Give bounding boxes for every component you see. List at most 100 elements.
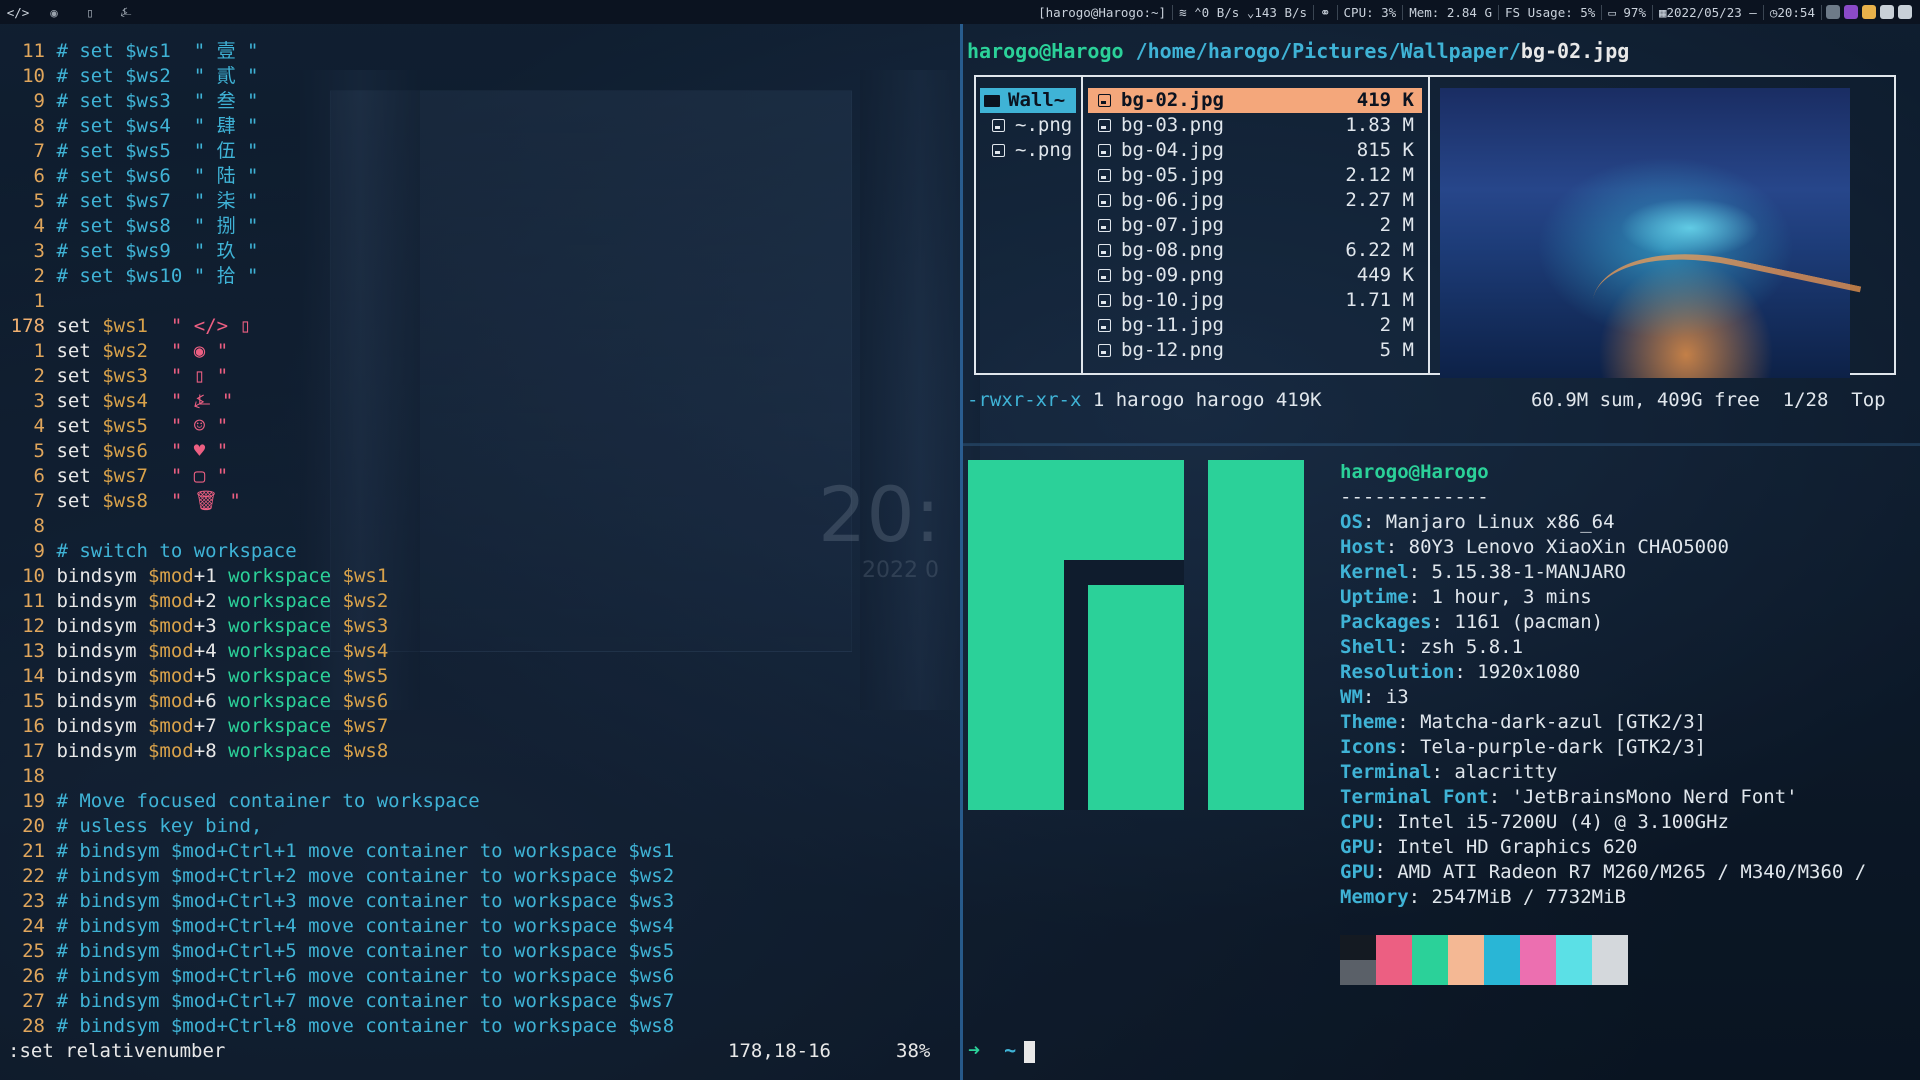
ranger-file-row[interactable]: bg-05.jpg 2.12 M	[1088, 163, 1422, 188]
ranger-file-row[interactable]: bg-06.jpg 2.27 M	[1088, 188, 1422, 213]
neofetch-row: Resolution: 1920x1080	[1340, 660, 1866, 685]
tray-app-icon[interactable]	[1844, 5, 1858, 19]
calendar-icon: ▦	[1658, 4, 1667, 20]
ranger-file-info: -rwxr-xr-x 1 harogo harogo 419K	[967, 389, 1322, 411]
line-number: 26	[22, 965, 45, 987]
vim-command-line[interactable]: :set relativenumber	[8, 1040, 225, 1062]
file-name: bg-05.jpg	[1121, 164, 1224, 186]
download-arrow-icon: ⌃	[1194, 4, 1202, 20]
tray-keyboard-icon[interactable]	[1826, 5, 1840, 19]
color-swatch	[1520, 960, 1556, 985]
ranger-file-row[interactable]: bg-10.jpg 1.71 M	[1088, 288, 1422, 313]
ranger-column-separator	[1428, 75, 1430, 375]
neofetch-key: Terminal Font	[1340, 786, 1489, 808]
workspace-button-4[interactable]: ⍼	[108, 0, 144, 24]
ranger-file-row[interactable]: bg-11.jpg 2 M	[1088, 313, 1422, 338]
shell-prompt[interactable]: ➜ ~	[968, 1038, 1036, 1063]
line-number: 23	[22, 890, 45, 912]
vim-comment-line: 2 # set $ws10 " 拾 "	[8, 264, 259, 289]
ranger-path: /home/harogo/Pictures/Wallpaper/	[1135, 39, 1521, 63]
ranger-parent-file[interactable]: ~.png	[980, 138, 1076, 163]
image-file-icon	[1098, 294, 1111, 307]
neofetch-separator: :	[1408, 886, 1432, 908]
tray-flame-icon[interactable]	[1862, 5, 1876, 19]
line-number: 21	[22, 840, 45, 862]
file-name: bg-03.png	[1121, 114, 1224, 136]
vim-bind-line: 15 bindsym $mod+6 workspace $ws6	[8, 689, 388, 714]
manjaro-logo-cut-top	[1064, 560, 1184, 585]
folder-icon	[984, 94, 1000, 107]
ranger-file-row[interactable]: bg-08.png 6.22 M	[1088, 238, 1422, 263]
neofetch-value: Tela-purple-dark [GTK2/3]	[1420, 736, 1707, 758]
vim-comment-line: 8 # set $ws4 " 肆 "	[8, 114, 259, 139]
vim-comment-line: 22 # bindsym $mod+Ctrl+2 move container …	[8, 864, 674, 889]
line-number: 8	[33, 515, 45, 537]
ranger-item-name: ~.png	[1015, 114, 1073, 136]
neofetch-value: 'JetBrainsMono Nerd Font'	[1511, 786, 1798, 808]
ranger-parent-dir[interactable]: Wall~	[980, 88, 1076, 113]
line-number: 11	[22, 590, 45, 612]
date-separator: —	[1749, 4, 1757, 20]
file-size: 1.83 M	[1345, 114, 1414, 136]
line-number: 6	[33, 165, 45, 187]
tray-shield-icon[interactable]	[1898, 5, 1912, 19]
workspace-button-2[interactable]: ◉	[36, 0, 72, 24]
vim-scroll-percent: 38%	[896, 1040, 931, 1062]
line-number: 17	[22, 740, 45, 762]
vim-bind-line: 12 bindsym $mod+3 workspace $ws3	[8, 614, 388, 639]
window-title: [harogo@Harogo:~]	[1032, 4, 1174, 20]
line-number: 27	[22, 990, 45, 1012]
neofetch-separator: :	[1454, 661, 1478, 683]
neofetch-separator: :	[1488, 786, 1512, 808]
file-size: 815 K	[1356, 139, 1414, 161]
ranger-item-name: ~.png	[1015, 139, 1073, 161]
line-number: 5	[33, 190, 45, 212]
line-number: 5	[33, 440, 45, 462]
ranger-file-row[interactable]: bg-12.png 5 M	[1088, 338, 1422, 363]
neofetch-info: harogo@Harogo ------------- OS: Manjaro …	[1340, 460, 1866, 910]
ranger-file-row[interactable]: bg-04.jpg 815 K	[1088, 138, 1422, 163]
neofetch-key: Uptime	[1340, 586, 1409, 608]
line-number: 7	[33, 490, 45, 512]
neofetch-value: alacritty	[1454, 761, 1558, 783]
vim-comment-line: 20 # usless key bind,	[8, 814, 262, 839]
neofetch-separator: :	[1431, 611, 1455, 633]
manjaro-logo-middle	[1088, 585, 1184, 810]
neofetch-separator: :	[1431, 761, 1455, 783]
color-palette	[1340, 935, 1630, 985]
ranger-parent-column: Wall~ ~.png ~.png	[980, 88, 1076, 163]
vim-bind-line: 16 bindsym $mod+7 workspace $ws7	[8, 714, 388, 739]
neofetch-value: 80Y3 Lenovo XiaoXin CHAO5000	[1408, 536, 1729, 558]
neofetch-value: Manjaro Linux x86_64	[1385, 511, 1615, 533]
neofetch-key: GPU	[1340, 861, 1375, 883]
ranger-file-row[interactable]: bg-03.png 1.83 M	[1088, 113, 1422, 138]
ranger-file-row[interactable]: bg-09.png 449 K	[1088, 263, 1422, 288]
ranger-parent-file[interactable]: ~.png	[980, 113, 1076, 138]
ranger-file-row[interactable]: bg-02.jpg 419 K	[1088, 88, 1422, 113]
date-text: 2022/05/23	[1666, 4, 1742, 20]
workspace-button-3[interactable]: ▯	[72, 0, 108, 24]
neofetch-value: 1 hour, 3 mins	[1431, 586, 1592, 608]
neofetch-value: 2547MiB / 7732MiB	[1431, 886, 1626, 908]
file-name: bg-02.jpg	[1121, 89, 1224, 111]
system-tray	[1822, 5, 1916, 19]
neofetch-row: Theme: Matcha-dark-azul [GTK2/3]	[1340, 710, 1866, 735]
ranger-file-row[interactable]: bg-07.jpg 2 M	[1088, 213, 1422, 238]
image-file-icon	[1098, 169, 1111, 182]
neofetch-row: Memory: 2547MiB / 7732MiB	[1340, 885, 1866, 910]
neofetch-key: CPU	[1340, 811, 1375, 833]
line-number: 24	[22, 915, 45, 937]
ranger-file-list: bg-02.jpg 419 K bg-03.png 1.83 M bg-04.jpg 81…	[1088, 88, 1422, 363]
workspace-button-1[interactable]: </>	[0, 0, 36, 24]
pane-divider	[963, 443, 1920, 446]
memory-usage: Mem: 2.84 G	[1403, 4, 1500, 20]
status-blocks: [harogo@Harogo:~] ≋ ⌃0 B/s ⌄143 B/s ⚭ CP…	[1032, 0, 1920, 24]
file-permissions: -rwxr-xr-x	[967, 389, 1082, 411]
tray-wifi-icon[interactable]	[1880, 5, 1894, 19]
vim-set-line: 178 set $ws1 " </> ▯	[8, 314, 251, 339]
focused-window-border	[960, 24, 963, 1080]
file-size: 419 K	[1356, 89, 1414, 111]
neofetch-value: Intel i5-7200U (4) @ 3.100GHz	[1397, 811, 1729, 833]
color-swatch	[1340, 960, 1376, 985]
ranger-summary: 60.9M sum, 409G free 1/28 Top	[1531, 389, 1886, 411]
